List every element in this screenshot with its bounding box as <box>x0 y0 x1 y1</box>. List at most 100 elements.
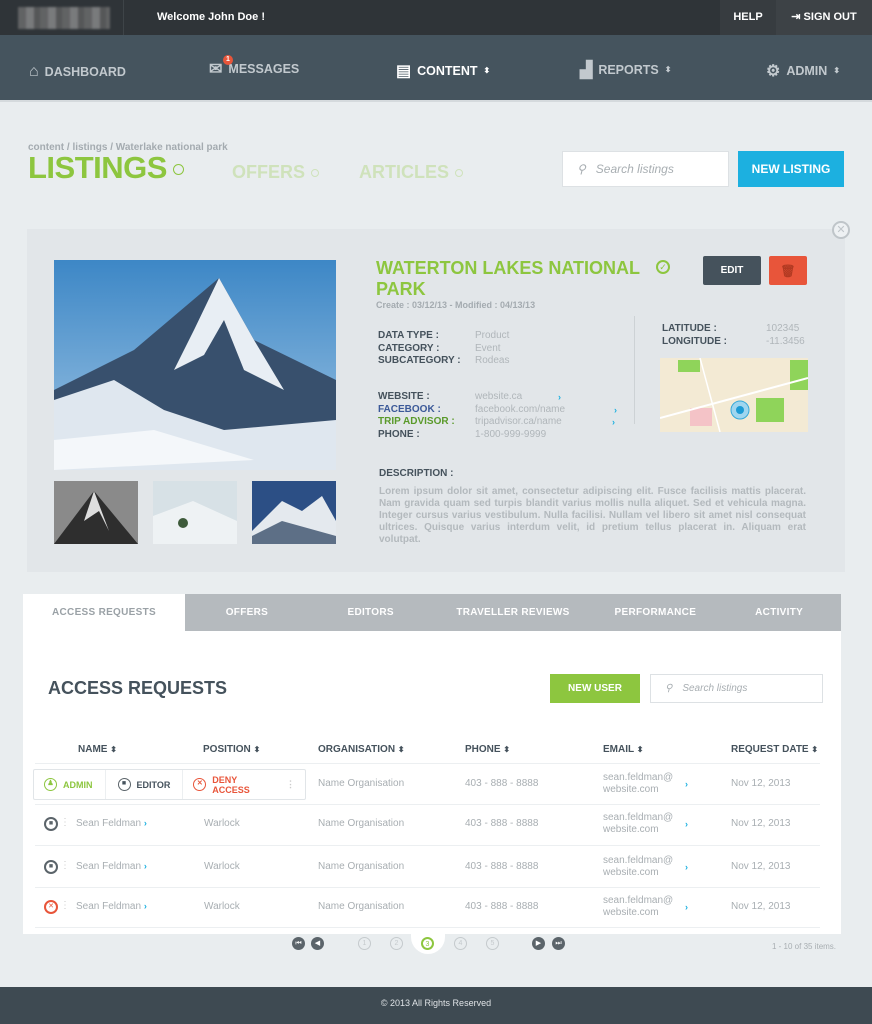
field-value: Event <box>475 342 501 354</box>
column-header-phone[interactable]: PHONE ⬍ <box>465 744 510 755</box>
deny-access-button[interactable]: ✕ DENY ACCESS ⋮ <box>183 770 305 799</box>
user-name-link[interactable]: Sean Feldman › <box>76 861 147 872</box>
more-handle-icon[interactable]: ⋮ <box>60 860 70 871</box>
new-user-button[interactable]: NEW USER <box>550 674 640 703</box>
email-cell[interactable]: sean.feldman@ website.com <box>603 855 673 879</box>
more-handle-icon[interactable]: ⋮ <box>60 817 70 828</box>
last-page-button[interactable]: ⏭ <box>552 937 565 950</box>
nav-admin[interactable]: ⚙ ADMIN ⬍ <box>766 37 840 104</box>
column-header-email[interactable]: EMAIL ⬍ <box>603 744 643 755</box>
deny-icon: ✕ <box>193 778 207 791</box>
tab-editors[interactable]: EDITORS <box>309 594 433 631</box>
listing-search-input[interactable]: ⚲ Search listings <box>562 151 729 187</box>
help-button[interactable]: HELP <box>720 0 776 35</box>
chevron-right-icon[interactable]: › <box>685 819 688 829</box>
tripadvisor-row[interactable]: TRIP ADVISOR : tripadvisor.ca/name › <box>378 416 623 429</box>
column-label: ORGANISATION <box>318 744 396 755</box>
search-placeholder: Search listings <box>682 683 748 694</box>
field-label: SUBCATEGORY : <box>378 355 461 366</box>
chevron-right-icon: › <box>143 861 147 871</box>
tab-activity[interactable]: ACTIVITY <box>717 594 841 631</box>
search-icon: ⚲ <box>577 162 586 176</box>
phone-cell: 403 - 888 - 8888 <box>465 861 539 872</box>
more-handle-icon[interactable]: ⋮ <box>60 900 70 911</box>
column-header-request-date[interactable]: REQUEST DATE ⬍ <box>731 744 818 755</box>
request-date-cell: Nov 12, 2013 <box>731 901 791 912</box>
make-admin-button[interactable]: ♟ ADMIN <box>34 770 106 799</box>
chevron-right-icon[interactable]: › <box>685 902 688 912</box>
section-articles[interactable]: ARTICLES <box>359 162 463 183</box>
editor-status-icon[interactable]: ■ <box>44 817 58 831</box>
column-header-organisation[interactable]: ORGANISATION ⬍ <box>318 744 405 755</box>
thumbnail-photo[interactable] <box>54 481 138 544</box>
email-cell[interactable]: sean.feldman@ website.com <box>603 772 673 796</box>
chevron-right-icon[interactable]: › <box>685 779 688 789</box>
edit-button[interactable]: EDIT <box>703 256 761 285</box>
more-handle-icon[interactable]: ⋮ <box>286 779 295 790</box>
briefcase-icon: ■ <box>117 778 131 791</box>
section-offers[interactable]: OFFERS <box>232 162 320 183</box>
chevron-right-icon: › <box>143 901 147 911</box>
listing-fields: DATA TYPE : Product CATEGORY : Event SUBCA… <box>378 330 509 368</box>
page-2[interactable]: 2 <box>390 937 403 950</box>
website-row[interactable]: WEBSITE : website.ca › <box>378 391 623 404</box>
thumbnail-photo[interactable] <box>153 481 237 544</box>
field-row: DATA TYPE : Product <box>378 330 509 343</box>
nav-label: ADMIN <box>786 63 828 78</box>
page-4[interactable]: 4 <box>454 937 467 950</box>
logo[interactable] <box>18 7 110 29</box>
location-map[interactable] <box>660 358 808 432</box>
email-line: sean.feldman@ <box>603 855 674 866</box>
make-editor-button[interactable]: ■ EDITOR <box>106 770 184 799</box>
email-line: website.com <box>603 784 659 795</box>
user-name-link[interactable]: Sean Feldman › <box>76 901 147 912</box>
editor-status-icon[interactable]: ■ <box>44 860 58 874</box>
user-name-link[interactable]: Sean Feldman › <box>76 818 147 829</box>
section-listings[interactable]: LISTINGS <box>28 150 184 186</box>
listing-title: WATERTON LAKES NATIONAL PARK <box>376 258 656 300</box>
prev-page-button[interactable]: ◀ <box>311 937 324 950</box>
page-3-current[interactable]: 3 <box>421 937 434 950</box>
new-listing-button[interactable]: NEW LISTING <box>738 151 844 187</box>
nav-content[interactable]: ▤ CONTENT ⬍ <box>396 37 490 104</box>
page-5[interactable]: 5 <box>486 937 499 950</box>
nav-dashboard[interactable]: ⌂ DASHBOARD <box>29 38 126 105</box>
denied-status-icon[interactable]: ✕ <box>44 900 58 914</box>
tab-offers[interactable]: OFFERS <box>185 594 309 631</box>
column-header-name[interactable]: NAME ⬍ <box>78 744 117 755</box>
field-label: TRIP ADVISOR : <box>378 416 455 427</box>
tab-performance[interactable]: PERFORMANCE <box>593 594 717 631</box>
phone-value: 1-800-999-9999 <box>475 428 547 440</box>
sign-out-button[interactable]: ⇥ SIGN OUT <box>776 0 872 35</box>
arrow-circle-icon <box>172 164 184 176</box>
home-icon: ⌂ <box>29 62 39 80</box>
delete-button[interactable]: 🗑 <box>769 256 807 285</box>
divider <box>35 845 820 846</box>
sort-icon: ⬍ <box>253 745 261 754</box>
action-label: DENY ACCESS <box>212 774 250 795</box>
divider <box>35 927 820 928</box>
chevron-right-icon: › <box>614 404 617 415</box>
access-search-input[interactable]: ⚲ Search listings <box>650 674 823 703</box>
document-icon: ▤ <box>396 62 412 80</box>
action-label: EDITOR <box>136 779 171 790</box>
facebook-link: facebook.com/name <box>475 403 566 415</box>
thumbnail-photo[interactable] <box>252 481 336 544</box>
tab-access-requests[interactable]: ACCESS REQUESTS <box>23 594 185 631</box>
page-1[interactable]: 1 <box>358 937 371 950</box>
welcome-text: Welcome John Doe ! <box>157 11 265 23</box>
tab-bar: ACCESS REQUESTS OFFERS EDITORS TRAVELLER… <box>23 594 841 631</box>
email-line: sean.feldman@ <box>603 812 674 823</box>
facebook-row[interactable]: FACEBOOK : facebook.com/name › <box>378 404 623 417</box>
first-page-button[interactable]: ⏮ <box>292 937 305 950</box>
next-page-button[interactable]: ▶ <box>532 937 545 950</box>
nav-messages[interactable]: ✉ 1 MESSAGES <box>209 35 299 102</box>
email-cell[interactable]: sean.feldman@ website.com <box>603 812 673 836</box>
nav-reports[interactable]: ▟ REPORTS ⬍ <box>580 36 671 103</box>
tab-traveller-reviews[interactable]: TRAVELLER REVIEWS <box>433 594 594 631</box>
close-icon[interactable]: ✕ <box>832 221 850 239</box>
email-cell[interactable]: sean.feldman@ website.com <box>603 895 673 919</box>
column-header-position[interactable]: POSITION ⬍ <box>203 744 260 755</box>
website-link: website.ca <box>475 391 523 402</box>
chevron-right-icon[interactable]: › <box>685 862 688 872</box>
